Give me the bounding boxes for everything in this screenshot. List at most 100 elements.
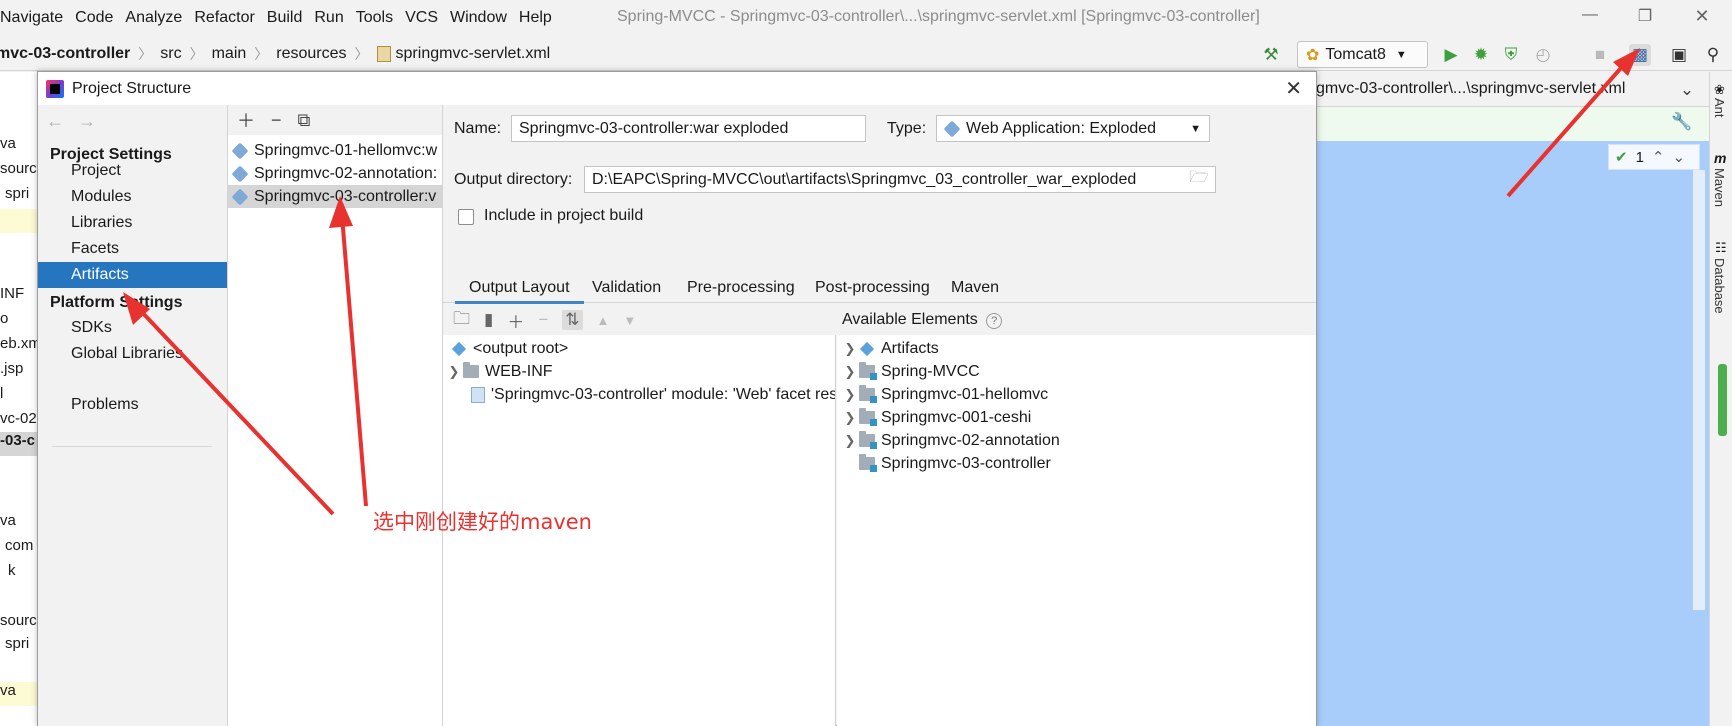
database-tool-button[interactable]: Database	[1712, 258, 1727, 314]
include-build-checkbox[interactable]	[458, 209, 474, 225]
tree-fragment[interactable]: INF	[0, 285, 24, 302]
close-window-icon[interactable]: ✕	[1690, 6, 1714, 28]
terminal-icon[interactable]: ▣	[1668, 44, 1690, 66]
avail-node-module[interactable]: ❯ Springmvc-02-annotation	[841, 429, 1060, 452]
menu-window[interactable]: Window	[444, 9, 513, 27]
menu-refactor[interactable]: Refactor	[188, 9, 260, 27]
menu-run[interactable]: Run	[308, 9, 349, 27]
tree-node-output-root[interactable]: <output root>	[451, 337, 568, 360]
nav-global-libraries[interactable]: Global Libraries	[38, 341, 227, 367]
profile-icon[interactable]: ◴	[1532, 44, 1554, 66]
nav-facets[interactable]: Facets	[38, 236, 227, 262]
dialog-title-bar[interactable]: Project Structure ✕	[38, 72, 1316, 105]
menu-vcs[interactable]: VCS	[399, 9, 444, 27]
add-icon[interactable]: ＋	[237, 107, 255, 133]
nav-sdks[interactable]: SDKs	[38, 315, 227, 341]
nav-artifacts[interactable]: Artifacts	[38, 262, 227, 288]
tree-fragment[interactable]: spri	[5, 635, 29, 652]
sort-icon[interactable]: ⇅	[562, 310, 583, 330]
forward-arrow-icon[interactable]: →	[78, 111, 96, 132]
tab-maven[interactable]: Maven	[951, 273, 999, 303]
back-arrow-icon[interactable]: ←	[46, 111, 64, 132]
debug-icon[interactable]: ✹	[1470, 44, 1492, 66]
type-select[interactable]: Web Application: Exploded ▼	[936, 115, 1210, 142]
menu-build[interactable]: Build	[261, 9, 309, 27]
name-input[interactable]: Springmvc-03-controller:war exploded	[511, 115, 866, 142]
chevron-right-icon[interactable]: ❯	[841, 433, 859, 449]
new-folder-icon[interactable]: 🗀	[453, 306, 470, 335]
tree-fragment-selected[interactable]: -03-c	[0, 432, 37, 456]
chevron-right-icon[interactable]: ❯	[841, 387, 859, 403]
inspection-widget[interactable]: ✔ 1 ⌃ ⌄	[1608, 144, 1700, 170]
nav-libraries[interactable]: Libraries	[38, 210, 227, 236]
remove-element-icon[interactable]: −	[538, 310, 548, 330]
maven-tool-button[interactable]: Maven	[1712, 168, 1727, 207]
tree-node-web-facet[interactable]: 'Springmvc-03-controller' module: 'Web' …	[471, 383, 835, 406]
menu-code[interactable]: Code	[69, 9, 119, 27]
chevron-right-icon[interactable]: ❯	[841, 410, 859, 426]
move-up-icon[interactable]: ▲	[597, 313, 610, 328]
run-icon[interactable]: ▶	[1440, 44, 1462, 66]
close-icon[interactable]: ✕	[1285, 76, 1302, 101]
tree-fragment[interactable]: sourc	[0, 160, 37, 177]
breadcrumb-resources[interactable]: resources	[276, 45, 346, 63]
artifact-item[interactable]: Springmvc-01-hellomvc:w	[228, 139, 442, 162]
archive-icon[interactable]: ▮	[484, 310, 493, 330]
nav-modules[interactable]: Modules	[38, 184, 227, 210]
avail-node-module[interactable]: ❯ Springmvc-001-ceshi	[841, 406, 1031, 429]
breadcrumb-main[interactable]: main	[212, 45, 247, 63]
tree-fragment[interactable]: .jsp	[0, 360, 23, 377]
tree-fragment[interactable]: spri	[5, 185, 29, 202]
nav-problems[interactable]: Problems	[38, 392, 227, 418]
menu-navigate[interactable]: Navigate	[0, 9, 69, 27]
folder-browse-icon[interactable]: 🗁	[1189, 167, 1209, 192]
tree-fragment[interactable]: l	[0, 385, 3, 402]
tree-fragment[interactable]: com	[5, 537, 33, 554]
menu-help[interactable]: Help	[513, 9, 558, 27]
ant-tool-button[interactable]: Ant	[1712, 98, 1727, 118]
chevron-up-icon[interactable]: ⌃	[1652, 148, 1665, 166]
breadcrumb-module[interactable]: mvc-03-controller	[0, 45, 130, 63]
avail-node-module[interactable]: ❯ Springmvc-01-hellomvc	[841, 383, 1048, 406]
tree-fragment[interactable]: va	[0, 682, 37, 706]
wrench-icon[interactable]: 🔧	[1671, 111, 1693, 133]
avail-node-module[interactable]: Springmvc-03-controller	[859, 452, 1051, 475]
run-config-select[interactable]: ✿ Tomcat8 ▼	[1297, 41, 1428, 68]
project-structure-icon[interactable]: ▩	[1629, 44, 1651, 66]
artifact-item-selected[interactable]: Springmvc-03-controller:v	[228, 185, 442, 208]
chevron-down-icon[interactable]: ⌄	[1673, 148, 1686, 166]
tree-fragment[interactable]: k	[8, 562, 16, 579]
tab-validation[interactable]: Validation	[592, 273, 661, 303]
remove-icon[interactable]: −	[271, 110, 282, 131]
tree-fragment[interactable]: va	[0, 512, 16, 529]
menu-tools[interactable]: Tools	[350, 9, 399, 27]
search-icon[interactable]: ⚲	[1702, 44, 1724, 66]
breadcrumb-file[interactable]: springmvc-servlet.xml	[396, 45, 551, 63]
add-element-icon[interactable]: ＋	[507, 308, 524, 333]
close-tab-icon[interactable]: ⌄	[1676, 79, 1698, 101]
editor-area[interactable]	[1316, 107, 1709, 726]
tree-node-web-inf[interactable]: ❯ WEB-INF	[445, 360, 553, 383]
copy-icon[interactable]: ⧉	[298, 110, 311, 131]
tree-fragment[interactable]: eb.xm	[0, 335, 37, 352]
nav-project[interactable]: Project	[38, 158, 227, 184]
chevron-right-icon[interactable]: ❯	[841, 364, 859, 380]
tab-pre-processing[interactable]: Pre-processing	[687, 273, 795, 303]
tab-post-processing[interactable]: Post-processing	[815, 273, 930, 303]
tree-fragment[interactable]: vc-02	[0, 410, 37, 427]
tree-fragment[interactable]: va	[0, 135, 16, 152]
avail-node-module[interactable]: ❯ Spring-MVCC	[841, 360, 980, 383]
restore-icon[interactable]: ❐	[1633, 6, 1657, 28]
help-icon[interactable]: ?	[986, 313, 1003, 329]
tree-fragment[interactable]: o	[0, 310, 8, 327]
output-dir-input[interactable]: D:\EAPC\Spring-MVCC\out\artifacts\Spring…	[584, 166, 1216, 193]
tree-fragment[interactable]: sourc	[0, 612, 37, 629]
editor-tab[interactable]: gmvc-03-controller\...\springmvc-servlet…	[1316, 80, 1625, 98]
tab-output-layout[interactable]: Output Layout	[455, 273, 583, 304]
chevron-right-icon[interactable]: ❯	[445, 364, 463, 380]
move-down-icon[interactable]: ▼	[623, 313, 636, 328]
stop-icon[interactable]: ■	[1589, 44, 1611, 66]
artifact-item[interactable]: Springmvc-02-annotation:	[228, 162, 442, 185]
avail-node-artifacts[interactable]: ❯ Artifacts	[841, 337, 939, 360]
chevron-right-icon[interactable]: ❯	[841, 341, 859, 357]
